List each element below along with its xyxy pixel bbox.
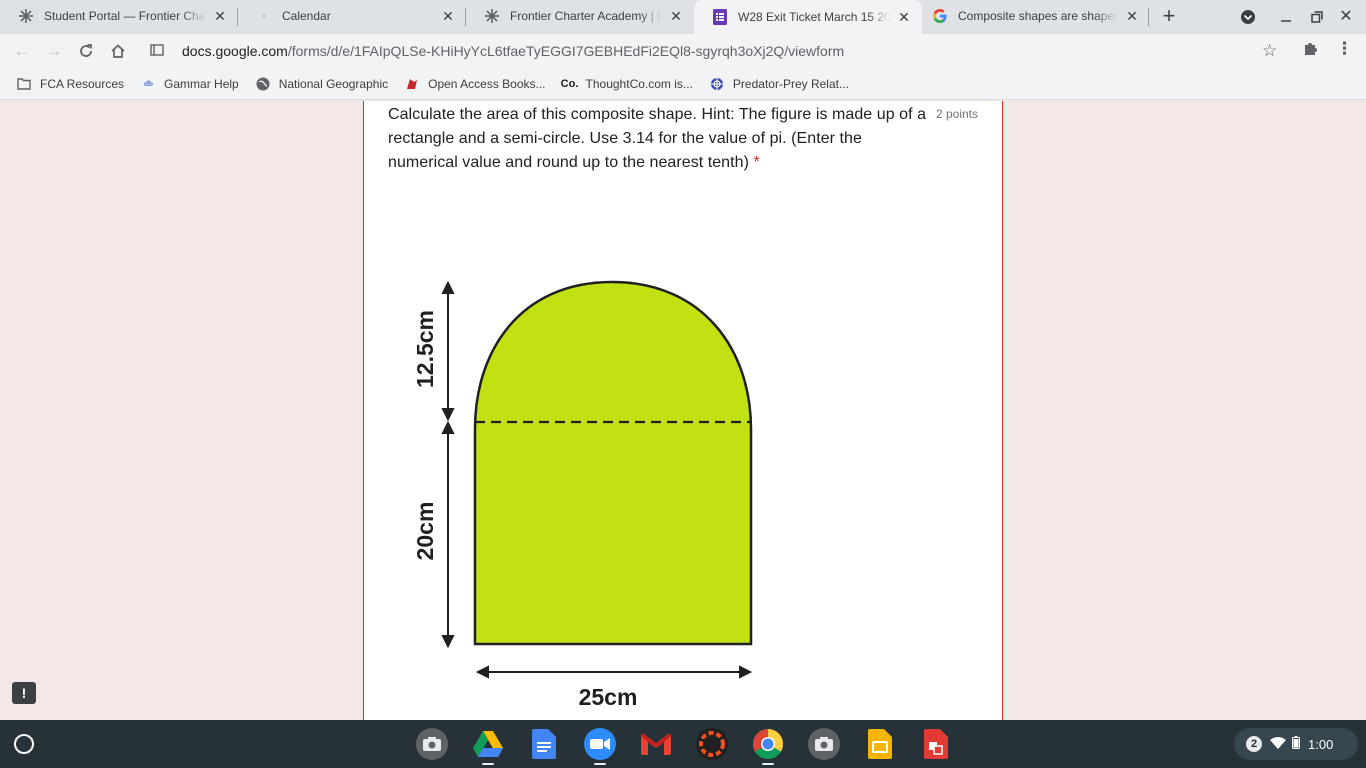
portal-star-icon — [484, 8, 500, 24]
restore-icon[interactable] — [1306, 6, 1328, 28]
bookmark-thoughtco[interactable]: Co. ThoughtCo.com is... — [560, 76, 693, 92]
running-indicator — [594, 763, 606, 765]
tab-calendar[interactable]: Calendar ✕ — [238, 0, 466, 32]
grammar-icon: ക — [143, 78, 153, 89]
url-text: docs.google.com/forms/d/e/1FAIpQLSe-KHiH… — [182, 43, 844, 59]
bookmark-national-geographic[interactable]: National Geographic — [255, 76, 388, 92]
camera-icon[interactable] — [416, 728, 448, 760]
address-bar[interactable]: docs.google.com/forms/d/e/1FAIpQLSe-KHiH… — [142, 37, 1292, 65]
tab-title: W28 Exit Ticket March 15 2021 — [738, 10, 890, 24]
bookmark-label: ThoughtCo.com is... — [585, 76, 693, 91]
minimize-icon[interactable] — [1275, 6, 1297, 28]
points-label: 2 points — [935, 107, 978, 121]
app-icon[interactable] — [696, 728, 728, 760]
zoom-icon[interactable] — [584, 728, 616, 760]
rectangle-height-label: 20cm — [412, 502, 438, 561]
tab-separator — [1148, 8, 1149, 26]
running-indicator — [762, 763, 774, 765]
bookmark-label: Open Access Books... — [428, 76, 546, 91]
tab-title: Calendar — [282, 9, 331, 23]
url-host: docs.google.com — [182, 43, 288, 59]
url-path: /forms/d/e/1FAIpQLSe-KHiHyYcL6tfaeTyEGGI… — [287, 43, 845, 59]
tab-composite-shapes[interactable]: Composite shapes are shapes ✕ — [922, 0, 1150, 32]
width-label: 25cm — [579, 684, 638, 710]
tab-student-portal[interactable]: Student Portal — Frontier Charter ✕ — [0, 0, 238, 32]
google-drive-icon[interactable] — [472, 728, 504, 760]
bookmark-open-access-books[interactable]: Open Access Books... — [404, 76, 546, 92]
screenshot-icon[interactable] — [808, 728, 840, 760]
question-text: Calculate the area of this composite sha… — [388, 106, 927, 171]
close-icon[interactable]: ✕ — [1124, 8, 1140, 24]
gmail-icon[interactable] — [640, 728, 672, 760]
question-title: Calculate the area of this composite sha… — [388, 103, 928, 175]
folder-icon — [16, 76, 32, 92]
back-arrow-icon[interactable]: ← — [10, 39, 34, 63]
bookmark-fca-resources[interactable]: FCA Resources — [16, 76, 124, 92]
tab-title: Student Portal — Frontier Charter — [44, 9, 206, 23]
reload-icon[interactable] — [74, 39, 98, 63]
page-info-icon[interactable] — [150, 43, 166, 60]
composite-shape-image: 12.5cm 20cm 25cm — [388, 189, 788, 719]
calendar-icon — [256, 8, 272, 24]
running-indicator — [482, 763, 494, 765]
report-feedback-icon[interactable]: ! — [12, 682, 36, 704]
thoughtco-icon: Co. — [560, 77, 579, 90]
extensions-puzzle-icon[interactable] — [1302, 41, 1318, 62]
chromeos-shelf: 2 1:00 — [0, 720, 1366, 768]
bookmark-label: Predator-Prey Relat... — [732, 76, 849, 91]
globe-icon — [255, 76, 271, 92]
bookmark-gammar-help[interactable]: ക Gammar Help — [140, 76, 239, 92]
google-slides-icon[interactable] — [864, 728, 896, 760]
launcher-icon[interactable] — [14, 734, 34, 754]
close-icon[interactable]: ✕ — [896, 9, 912, 25]
question-card: Calculate the area of this composite sha… — [363, 101, 1003, 720]
tab-title: Frontier Charter Academy | Inn — [510, 9, 662, 23]
tab-frontier-academy[interactable]: Frontier Charter Academy | Inn ✕ — [466, 0, 694, 32]
close-icon[interactable]: ✕ — [212, 8, 228, 24]
bookmark-label: FCA Resources — [40, 76, 125, 91]
google-docs-icon[interactable] — [528, 728, 560, 760]
bookmark-predator-prey[interactable]: Predator-Prey Relat... — [709, 76, 849, 92]
close-icon[interactable]: ✕ — [668, 8, 684, 24]
bookmark-star-icon[interactable]: ☆ — [1262, 41, 1277, 61]
google-g-icon — [932, 8, 948, 24]
portal-star-icon — [18, 8, 34, 24]
home-icon[interactable] — [106, 39, 130, 63]
composite-shape — [473, 280, 753, 646]
book-icon — [404, 76, 420, 92]
tab-exit-ticket[interactable]: W28 Exit Ticket March 15 2021 ✕ — [694, 0, 922, 34]
tab-strip: Student Portal — Frontier Charter ✕ Cale… — [0, 0, 1366, 34]
clock-time: 1:00 — [1308, 736, 1334, 752]
close-icon[interactable]: ✕ — [440, 8, 456, 24]
window-close-icon[interactable]: ✕ — [1335, 6, 1357, 28]
semicircle-height-label: 12.5cm — [412, 310, 438, 388]
kebab-menu-icon[interactable]: ⋮ — [1336, 39, 1353, 59]
status-tray[interactable]: 2 1:00 — [1234, 728, 1358, 760]
bookmarks-bar: FCA Resources ക Gammar Help National Geo… — [0, 68, 1366, 100]
tab-title: Composite shapes are shapes — [958, 9, 1118, 23]
bookmark-label: National Geographic — [278, 76, 389, 91]
forward-arrow-icon[interactable]: → — [42, 39, 66, 63]
required-asterisk: * — [753, 154, 760, 171]
browser-toolbar: ← → docs.google.com/forms/d/e/1FAIpQLSe-… — [0, 34, 1366, 68]
wheel-icon — [709, 76, 725, 92]
battery-icon — [1292, 736, 1300, 752]
chrome-icon[interactable] — [752, 728, 784, 760]
office-icon[interactable] — [920, 728, 952, 760]
tab-search-icon[interactable] — [1237, 6, 1259, 28]
bookmark-label: Gammar Help — [164, 76, 239, 91]
wifi-icon — [1270, 736, 1286, 752]
notification-count-badge[interactable]: 2 — [1246, 736, 1262, 752]
form-page: Calculate the area of this composite sha… — [0, 101, 1366, 720]
new-tab-plus-icon[interactable]: + — [1158, 5, 1180, 28]
google-forms-icon — [712, 9, 728, 25]
